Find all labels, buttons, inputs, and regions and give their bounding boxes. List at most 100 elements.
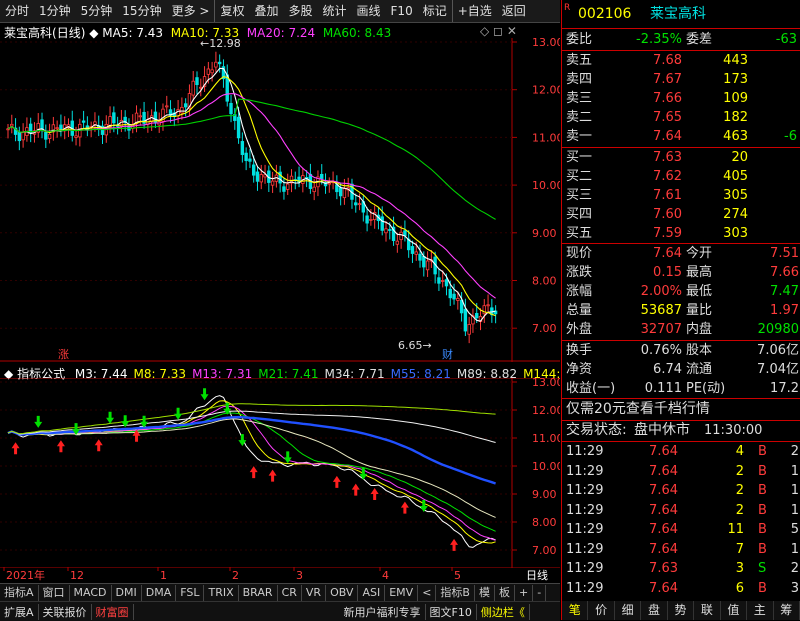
- indicator-tab-1[interactable]: 窗口: [39, 584, 70, 601]
- status-item-3[interactable]: 新用户福利专享: [340, 603, 426, 620]
- panel-tab-4[interactable]: 势: [668, 601, 695, 620]
- promo-link[interactable]: 仅需20元查看千档行情: [566, 400, 710, 419]
- cai-marker[interactable]: 财: [442, 347, 453, 361]
- toolbar-item-11[interactable]: 标记: [418, 0, 452, 22]
- toolbar-item-5[interactable]: 复权: [214, 0, 249, 22]
- tick-time: 11:29: [566, 444, 604, 459]
- indicator-tab-5[interactable]: FSL: [176, 584, 205, 601]
- status-item-5[interactable]: 侧边栏《: [477, 603, 530, 620]
- stat-label: 涨幅: [566, 284, 593, 299]
- indicator-tab-12[interactable]: EMV: [385, 584, 419, 601]
- toolbar-item-2[interactable]: 5分钟: [76, 0, 118, 22]
- toolbar-item-6[interactable]: 叠加: [249, 0, 283, 22]
- stat-label: 最低: [686, 284, 713, 299]
- indicator-tab-16[interactable]: 板: [495, 584, 515, 601]
- status-item-0[interactable]: 扩展A: [0, 603, 39, 620]
- indicator-axis-label: 11.00: [532, 432, 560, 445]
- indicator-tab-10[interactable]: OBV: [326, 584, 359, 601]
- tick-direction: B: [758, 522, 767, 537]
- sell-arrow-icon: [106, 411, 115, 424]
- weicha-label: 委差: [686, 32, 713, 47]
- tick-row-4: 11:29 7.64 11 B 5: [562, 520, 800, 539]
- panel-tab-2[interactable]: 细: [615, 601, 642, 620]
- indicator-tab-18[interactable]: -: [533, 584, 547, 601]
- tick-direction: B: [758, 502, 767, 518]
- sell-change: -6: [784, 129, 797, 144]
- indicator-tab-4[interactable]: DMA: [142, 584, 177, 601]
- price-axis-label: 13.00: [532, 38, 560, 49]
- indicator-chart[interactable]: 13.00 12.00 11.00 10.00 9.00 8.00 7.00: [0, 378, 560, 568]
- indicator-tab-14[interactable]: 指标B: [436, 584, 475, 601]
- quote-panel-tabs: 笔价细盘势联值主筹: [562, 601, 800, 620]
- toolbar-item-4[interactable]: 更多 >: [167, 0, 215, 22]
- period-label: 日线: [526, 568, 548, 582]
- indicator-tab-0[interactable]: 指标A: [0, 584, 39, 601]
- indicator-tab-6[interactable]: TRIX: [204, 584, 239, 601]
- tick-time: 11:29: [566, 541, 604, 557]
- weibi-value: -2.35%: [636, 32, 682, 47]
- panel-tab-1[interactable]: 价: [588, 601, 615, 620]
- indicator-tab-2[interactable]: MACD: [70, 584, 112, 601]
- panel-tab-5[interactable]: 联: [694, 601, 721, 620]
- stat-row-1: 涨跌 0.15 最高 7.66: [562, 263, 800, 282]
- toolbar-item-13[interactable]: 返回: [497, 0, 531, 22]
- toolbar-item-12[interactable]: +自选: [451, 0, 497, 22]
- status-item-2[interactable]: 财富圈: [92, 603, 134, 620]
- panel-tab-6[interactable]: 值: [721, 601, 748, 620]
- toolbar-item-3[interactable]: 15分钟: [117, 0, 166, 22]
- stat2-value: 17.2: [770, 381, 799, 396]
- indicator-tab-9[interactable]: VR: [302, 584, 327, 601]
- buy-price: 7.59: [653, 226, 682, 241]
- indicator-tab-15[interactable]: 模: [475, 584, 495, 601]
- stat-label: 最高: [686, 265, 713, 280]
- stat2-label: 股本: [686, 343, 713, 358]
- tick-price: 7.64: [649, 580, 678, 596]
- indicator-line-m13: [7, 405, 496, 541]
- tick-volume: 7: [735, 541, 744, 557]
- stat-label: 涨跌: [566, 265, 593, 280]
- sell-arrow-icon: [34, 415, 43, 428]
- indicator-tab-7[interactable]: BRAR: [239, 584, 278, 601]
- zhang-marker[interactable]: 涨: [58, 348, 69, 361]
- toolbar-item-9[interactable]: 画线: [352, 0, 386, 22]
- indicator-tab-8[interactable]: CR: [278, 584, 302, 601]
- toolbar-item-10[interactable]: F10: [386, 0, 418, 22]
- indicator-axis-label: 7.00: [532, 544, 557, 557]
- toolbar-item-7[interactable]: 多股: [283, 0, 317, 22]
- panel-tab-3[interactable]: 盘: [641, 601, 668, 620]
- tick-row-1: 11:29 7.64 2 B 1: [562, 462, 800, 481]
- kline-chart[interactable]: 13.00 12.00 11.00 10.00 9.00 8.00 7.00 ←12.98 6.…: [0, 38, 560, 362]
- stock-name-panel: 莱宝高科: [650, 6, 706, 22]
- buy-row-2: 买三 7.61 305: [562, 186, 800, 205]
- status-item-4[interactable]: 图文F10: [426, 603, 477, 620]
- indicator-tab-17[interactable]: +: [515, 584, 534, 601]
- x-axis-label: 3: [296, 569, 303, 582]
- indicator-tab-11[interactable]: ASI: [358, 584, 386, 601]
- buy-label: 买四: [566, 207, 593, 222]
- trade-state: 盘中休市: [634, 422, 690, 438]
- stat2-label: PE(动): [686, 381, 726, 396]
- chart-window-controls[interactable]: ◇ ◻ ✕: [480, 24, 517, 38]
- price-axis-label: 9.00: [532, 227, 557, 240]
- tick-volume: 2: [735, 483, 744, 498]
- tick-direction: B: [758, 444, 767, 459]
- tick-time: 11:29: [566, 483, 604, 498]
- toolbar-item-1[interactable]: 1分钟: [34, 0, 76, 22]
- status-item-1[interactable]: 关联报价: [39, 603, 92, 620]
- toolbar-item-8[interactable]: 统计: [318, 0, 352, 22]
- tick-direction: B: [758, 483, 767, 498]
- panel-tab-8[interactable]: 筹: [774, 601, 800, 620]
- stat2-row-1: 净资 6.74 流通 7.04亿: [562, 360, 800, 379]
- stat2-value: 0.76%: [640, 343, 682, 358]
- panel-tab-0[interactable]: 笔: [562, 601, 589, 620]
- tick-volume: 4: [735, 444, 744, 459]
- panel-tab-7[interactable]: 主: [747, 601, 774, 620]
- toolbar-item-0[interactable]: 分时: [0, 0, 34, 22]
- indicator-tab-3[interactable]: DMI: [112, 584, 142, 601]
- indicator-tab-13[interactable]: <: [418, 584, 437, 601]
- weibi-label: 委比: [566, 32, 593, 47]
- stat-value: 7.51: [770, 246, 799, 261]
- indicator-axis-label: 9.00: [532, 488, 557, 501]
- trade-time: 11:30:00: [704, 423, 763, 438]
- ma5-line: [7, 67, 496, 322]
